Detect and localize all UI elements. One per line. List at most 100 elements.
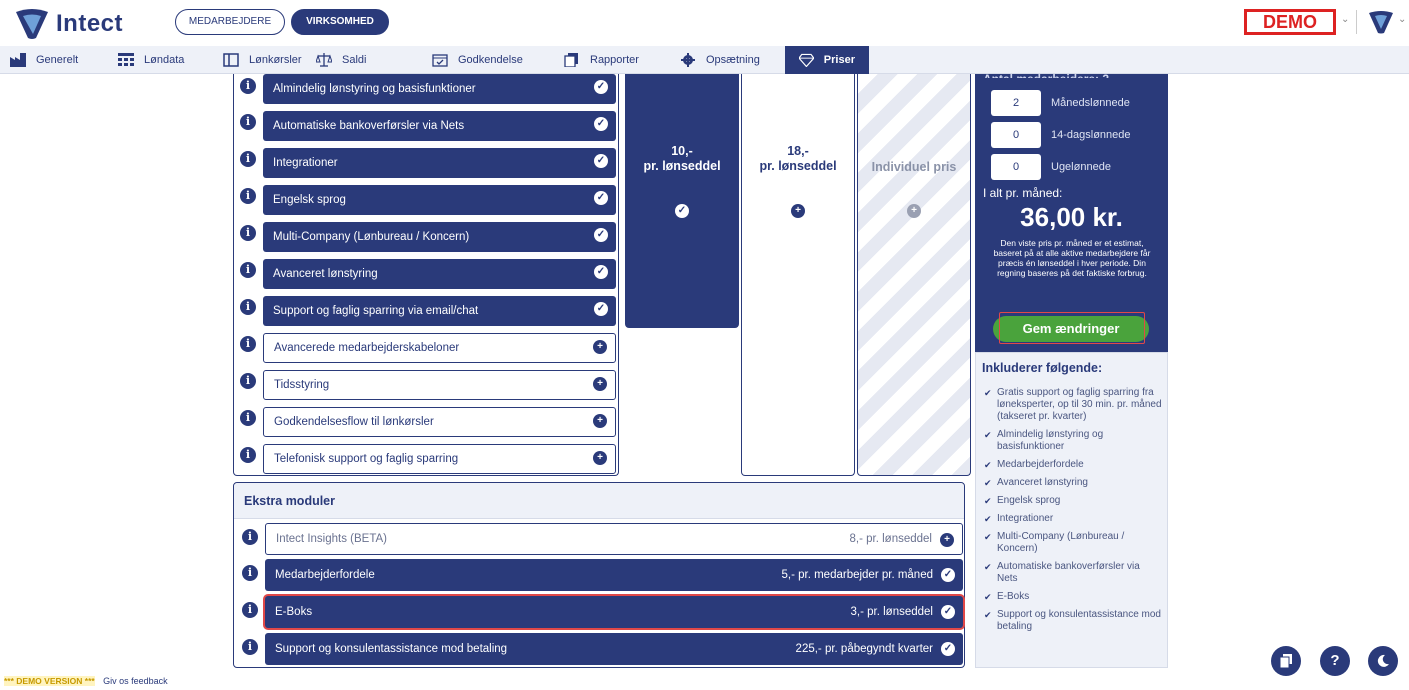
chevron-down-icon[interactable]: ⌄	[1398, 14, 1406, 25]
check-icon: ✔	[984, 562, 992, 572]
check-icon: ✓	[675, 204, 689, 218]
list-item-text: Support og konsulentassistance mod betal…	[997, 609, 1161, 632]
info-icon[interactable]: i	[240, 336, 256, 352]
plus-icon: +	[593, 451, 607, 465]
feature-label: Telefonisk support og faglig sparring	[274, 453, 459, 465]
feature-label: Integrationer	[273, 157, 338, 169]
feature-toggle[interactable]: Engelsk sprog ✓	[263, 185, 616, 215]
module-toggle[interactable]: E-Boks 3,- pr. lønseddel ✓	[265, 596, 963, 628]
info-icon[interactable]: i	[240, 262, 256, 278]
documents-icon	[564, 53, 578, 67]
plan-price: Individuel pris	[871, 160, 957, 174]
nav-loenkoersler[interactable]: Lønkørsler	[223, 46, 302, 74]
feature-toggle[interactable]: Support og faglig sparring via email/cha…	[263, 296, 616, 326]
feedback-link[interactable]: Giv os feedback	[103, 676, 168, 686]
feature-row: i Tidsstyring +	[234, 369, 620, 403]
check-icon: ✓	[594, 265, 608, 279]
dark-mode-toggle[interactable]	[1368, 646, 1398, 676]
feature-toggle[interactable]: Telefonisk support og faglig sparring +	[263, 444, 616, 474]
list-item: ✔ Gratis support og faglig sparring fra l…	[984, 387, 1162, 423]
help-button[interactable]: ?	[1320, 646, 1350, 676]
nav-priser[interactable]: Priser	[785, 46, 869, 74]
module-label: Intect Insights (BETA)	[276, 533, 387, 545]
nav-rapporter[interactable]: Rapporter	[564, 46, 639, 74]
gear-icon	[681, 53, 695, 67]
list-item-text: Avanceret lønstyring	[997, 477, 1088, 488]
feature-row: i Godkendelsesflow til lønkørsler +	[234, 406, 620, 440]
check-icon: ✔	[984, 592, 992, 602]
biweekly-count-input[interactable]: 0	[991, 122, 1041, 148]
list-item-text: Automatiske bankoverførsler via Nets	[997, 561, 1140, 584]
employees-toggle[interactable]: MEDARBEJDERE	[175, 9, 285, 35]
nav-godkendelse[interactable]: Godkendelse	[432, 46, 523, 74]
feature-row: i Automatiske bankoverførsler via Nets ✓	[234, 110, 620, 144]
feature-toggle[interactable]: Avanceret lønstyring ✓	[263, 259, 616, 289]
plan-plus[interactable]: 18,- pr. lønseddel +	[741, 74, 855, 476]
main-nav: Generelt Løndata Lønkørsler Saldi Godken…	[0, 46, 1409, 74]
nav-loendata[interactable]: Løndata	[118, 46, 184, 74]
info-icon[interactable]: i	[240, 114, 256, 130]
feature-label: Avanceret lønstyring	[273, 268, 378, 280]
info-icon[interactable]: i	[240, 188, 256, 204]
info-icon[interactable]: i	[240, 373, 256, 389]
documents-fab[interactable]	[1271, 646, 1301, 676]
list-item-text: Multi-Company (Lønbureau / Koncern)	[997, 531, 1125, 554]
feature-label: Avancerede medarbejderskabeloner	[274, 342, 460, 354]
scales-icon	[316, 53, 332, 67]
info-icon[interactable]: i	[240, 299, 256, 315]
plan-price-unit: pr. lønseddel	[643, 159, 721, 173]
module-toggle[interactable]: Support og konsulentassistance mod betal…	[265, 633, 963, 665]
info-icon[interactable]: i	[240, 410, 256, 426]
nav-opsaetning[interactable]: Opsætning	[680, 46, 760, 74]
list-item-text: Integrationer	[997, 513, 1054, 524]
account-menu-icon[interactable]	[1368, 10, 1394, 34]
monthly-row: 2 Månedslønnede	[991, 90, 1161, 116]
info-icon[interactable]: i	[242, 639, 258, 655]
info-icon[interactable]: i	[242, 529, 258, 545]
chevron-down-icon[interactable]: ⌄	[1341, 14, 1349, 25]
feature-toggle[interactable]: Integrationer ✓	[263, 148, 616, 178]
info-icon[interactable]: i	[242, 565, 258, 581]
moon-icon	[1377, 654, 1389, 667]
nav-saldi[interactable]: Saldi	[316, 46, 366, 74]
feature-row: i Integrationer ✓	[234, 147, 620, 181]
company-toggle[interactable]: VIRKSOMHED	[291, 9, 389, 35]
estimate-note: Den viste pris pr. måned er et estimat, …	[993, 238, 1151, 278]
check-icon: ✔	[984, 610, 992, 620]
check-icon: ✔	[984, 532, 992, 542]
module-label: E-Boks	[275, 606, 313, 618]
feature-toggle[interactable]: Godkendelsesflow til lønkørsler +	[263, 407, 616, 437]
check-icon: ✔	[984, 514, 992, 524]
module-toggle[interactable]: Medarbejderfordele 5,- pr. medarbejder p…	[265, 559, 963, 591]
module-row: i Support og konsulentassistance mod bet…	[234, 631, 964, 667]
feature-toggle[interactable]: Tidsstyring +	[263, 370, 616, 400]
feature-toggle[interactable]: Multi-Company (Lønbureau / Koncern) ✓	[263, 222, 616, 252]
feature-toggle[interactable]: Avancerede medarbejderskabeloner +	[263, 333, 616, 363]
info-icon[interactable]: i	[242, 602, 258, 618]
calendar-check-icon	[432, 54, 448, 67]
check-icon: ✓	[594, 228, 608, 242]
question-icon: ?	[1330, 652, 1340, 669]
info-icon[interactable]: i	[240, 78, 256, 94]
module-row: i Medarbejderfordele 5,- pr. medarbejder…	[234, 557, 964, 593]
monthly-label: Månedslønnede	[1051, 97, 1130, 109]
list-item-text: Engelsk sprog	[997, 495, 1061, 506]
feature-label: Godkendelsesflow til lønkørsler	[274, 416, 434, 428]
plan-individual[interactable]: Individuel pris +	[857, 74, 971, 476]
monthly-count-input[interactable]: 2	[991, 90, 1041, 116]
info-icon[interactable]: i	[240, 225, 256, 241]
feature-label: Tidsstyring	[274, 379, 330, 391]
feature-toggle[interactable]: Almindelig lønstyring og basisfunktioner…	[263, 74, 616, 104]
info-icon[interactable]: i	[240, 447, 256, 463]
feature-toggle[interactable]: Automatiske bankoverførsler via Nets ✓	[263, 111, 616, 141]
feature-label: Support og faglig sparring via email/cha…	[273, 305, 479, 317]
info-icon[interactable]: i	[240, 151, 256, 167]
nav-label: Opsætning	[706, 54, 760, 66]
plan-standard[interactable]: 10,- pr. lønseddel ✓	[625, 74, 739, 328]
plus-icon: +	[791, 204, 805, 218]
nav-generelt[interactable]: Generelt	[10, 46, 78, 74]
price-calculator: Antal medarbejdere: 2 2 Månedslønnede 0 …	[975, 72, 1168, 352]
intect-logo[interactable]: Intect	[14, 6, 124, 42]
weekly-count-input[interactable]: 0	[991, 154, 1041, 180]
module-toggle[interactable]: Intect Insights (BETA) 8,- pr. lønseddel…	[265, 523, 963, 555]
